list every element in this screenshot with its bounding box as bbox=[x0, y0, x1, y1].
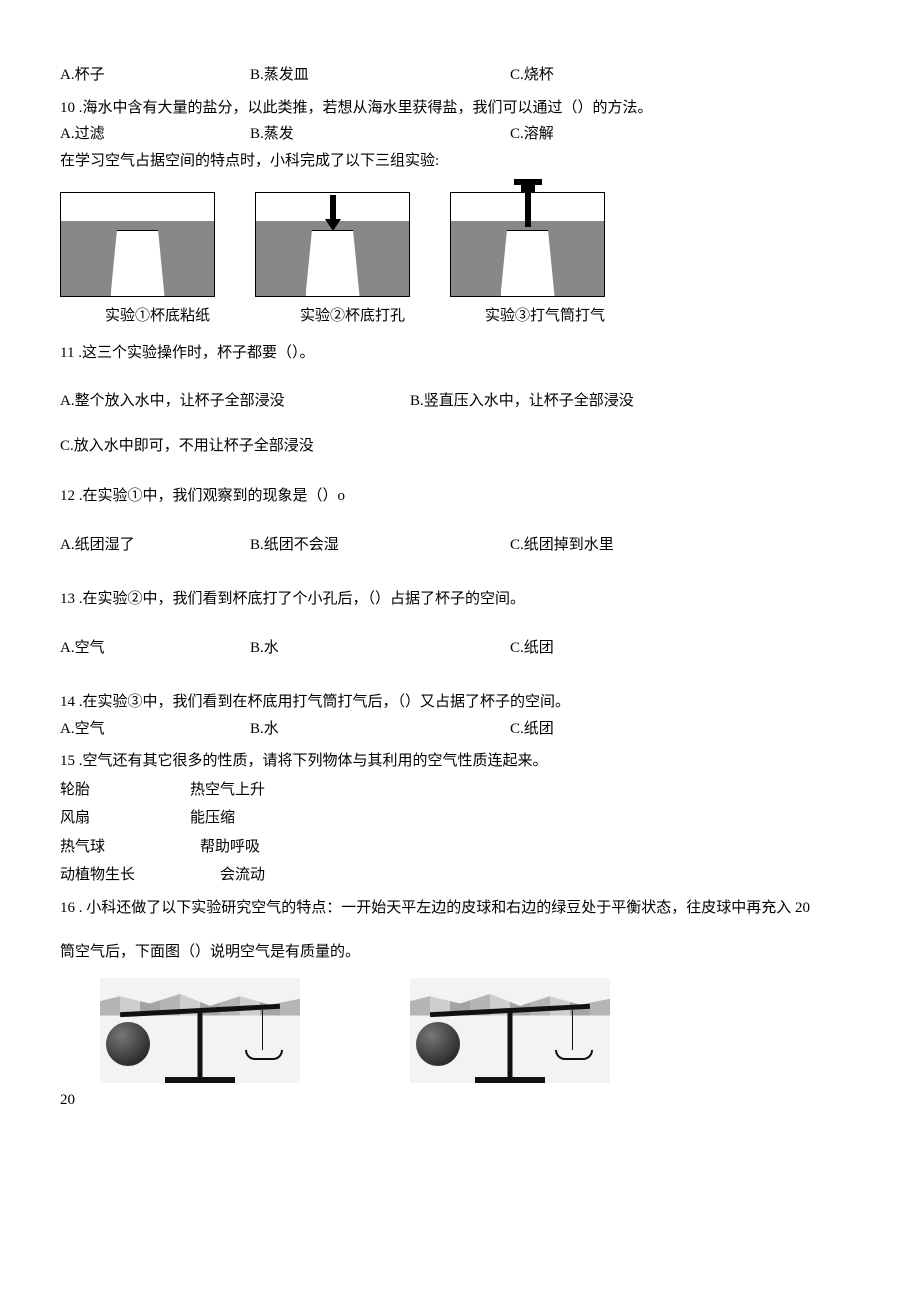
balance-figure-left bbox=[100, 978, 300, 1083]
q13-option-a: A.空气 bbox=[60, 637, 250, 660]
q12-option-a: A.纸团湿了 bbox=[60, 534, 250, 557]
q9-option-c: C.烧杯 bbox=[510, 64, 710, 87]
page-number: 20 bbox=[60, 1089, 860, 1112]
q15-m4-left: 动植物生长 bbox=[60, 864, 220, 887]
q11-options-row1: A.整个放入水中，让杯子全部浸没 B.竖直压入水中，让杯子全部浸没 bbox=[60, 390, 860, 413]
q15-match-1: 轮胎 热空气上升 bbox=[60, 779, 860, 802]
experiment-diagrams bbox=[60, 192, 860, 297]
q14-options: A.空气 B.水 C.纸团 bbox=[60, 718, 860, 741]
q14-option-c: C.纸团 bbox=[510, 718, 710, 741]
q14-option-b: B.水 bbox=[250, 718, 510, 741]
q15-match-3: 热气球 帮助呼吸 bbox=[60, 836, 860, 859]
q13-stem: 13 .在实验②中，我们看到杯底打了个小孔后，（）占据了杯子的空间。 bbox=[60, 588, 860, 611]
diagram-labels: 实验①杯底粘纸 实验②杯底打孔 实验③打气筒打气 bbox=[60, 305, 640, 328]
q11-option-c: C.放入水中即可，不用让杯子全部浸没 bbox=[60, 435, 860, 458]
q12-options: A.纸团湿了 B.纸团不会湿 C.纸团掉到水里 bbox=[60, 534, 860, 557]
q14-stem: 14 .在实验③中，我们看到在杯底用打气筒打气后，（）又占据了杯子的空间。 bbox=[60, 691, 860, 714]
q15-m1-right: 热空气上升 bbox=[190, 779, 265, 802]
q16-stem-line2: 筒空气后，下面图（）说明空气是有质量的。 bbox=[60, 941, 860, 964]
q15-stem: 15 .空气还有其它很多的性质，请将下列物体与其利用的空气性质连起来。 bbox=[60, 750, 860, 773]
diagram-label-2: 实验②杯底打孔 bbox=[255, 305, 450, 328]
q10-options: A.过滤 B.蒸发 C.溶解 bbox=[60, 123, 860, 146]
q14-option-a: A.空气 bbox=[60, 718, 250, 741]
q15-m4-right: 会流动 bbox=[220, 864, 265, 887]
q15-m2-left: 风扇 bbox=[60, 807, 190, 830]
q15-m3-right: 帮助呼吸 bbox=[200, 836, 260, 859]
diagram-3 bbox=[450, 192, 605, 297]
q13-option-b: B.水 bbox=[250, 637, 510, 660]
q15-match-2: 风扇 能压缩 bbox=[60, 807, 860, 830]
q10-option-c: C.溶解 bbox=[510, 123, 710, 146]
experiment-intro: 在学习空气占据空间的特点时，小科完成了以下三组实验: bbox=[60, 150, 860, 173]
q12-stem: 12 .在实验①中，我们观察到的现象是（）o bbox=[60, 485, 860, 508]
q13-option-c: C.纸团 bbox=[510, 637, 710, 660]
diagram-2 bbox=[255, 192, 410, 297]
q10-option-b: B.蒸发 bbox=[250, 123, 510, 146]
q10-stem: 10 .海水中含有大量的盐分，以此类推，若想从海水里获得盐，我们可以通过（）的方… bbox=[60, 97, 860, 120]
diagram-label-1: 实验①杯底粘纸 bbox=[60, 305, 255, 328]
q12-option-b: B.纸团不会湿 bbox=[250, 534, 510, 557]
q9-options: A.杯子 B.蒸发皿 C.烧杯 bbox=[60, 64, 860, 87]
q9-option-b: B.蒸发皿 bbox=[250, 64, 510, 87]
q11-option-a: A.整个放入水中，让杯子全部浸没 bbox=[60, 390, 410, 413]
diagram-1 bbox=[60, 192, 215, 297]
q15-m3-left: 热气球 bbox=[60, 836, 190, 859]
balance-figures bbox=[60, 978, 860, 1083]
q15-match-4: 动植物生长 会流动 bbox=[60, 864, 860, 887]
q15-m1-left: 轮胎 bbox=[60, 779, 190, 802]
q10-option-a: A.过滤 bbox=[60, 123, 250, 146]
diagram-label-3: 实验③打气筒打气 bbox=[450, 305, 640, 328]
q11-option-b: B.竖直压入水中，让杯子全部浸没 bbox=[410, 390, 634, 413]
q16-stem-line1: 16 . 小科还做了以下实验研究空气的特点：一开始天平左边的皮球和右边的绿豆处于… bbox=[60, 897, 860, 920]
q15-m2-right: 能压缩 bbox=[190, 807, 235, 830]
balance-figure-right bbox=[410, 978, 610, 1083]
q13-options: A.空气 B.水 C.纸团 bbox=[60, 637, 860, 660]
q12-option-c: C.纸团掉到水里 bbox=[510, 534, 710, 557]
q9-option-a: A.杯子 bbox=[60, 64, 250, 87]
q11-stem: 11 .这三个实验操作时，杯子都要（）。 bbox=[60, 342, 860, 365]
